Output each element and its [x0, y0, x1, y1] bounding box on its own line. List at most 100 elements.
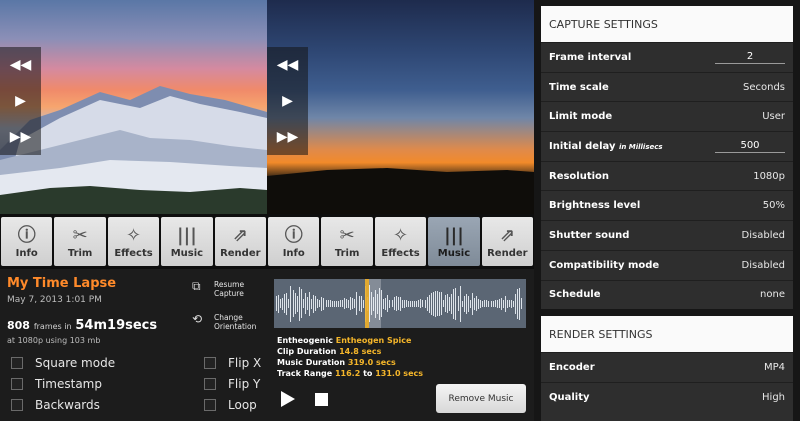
- toolbar-info-button[interactable]: ⓘ Info: [1, 217, 53, 266]
- waveform-bar: [399, 296, 401, 311]
- music-icon: |||: [444, 225, 464, 246]
- waveform-bar: [282, 297, 284, 310]
- waveform-bar: [346, 299, 348, 308]
- toolbar-render-button[interactable]: ⇗ Render: [481, 217, 534, 266]
- backwards-checkbox[interactable]: [11, 399, 23, 411]
- play-icon[interactable]: ▶: [15, 93, 26, 109]
- resolution-row[interactable]: Resolution 1080p: [541, 160, 793, 191]
- frame-interval-row[interactable]: Frame interval 2: [541, 42, 793, 72]
- timestamp-label: Timestamp: [35, 377, 102, 391]
- waveform-bar: [517, 288, 519, 319]
- flip-x-option[interactable]: Flip X: [204, 356, 261, 370]
- flip-y-checkbox[interactable]: [204, 378, 216, 390]
- waveform-bar: [513, 300, 515, 307]
- waveform-bar: [449, 296, 451, 311]
- backwards-option[interactable]: Backwards: [11, 398, 100, 412]
- initial-delay-input[interactable]: 500: [715, 140, 785, 153]
- square-mode-option[interactable]: Square mode: [11, 356, 115, 370]
- brightness-row[interactable]: Brightness level 50%: [541, 190, 793, 220]
- timestamp-option[interactable]: Timestamp: [11, 377, 102, 391]
- loop-label: Loop: [228, 398, 257, 412]
- shutter-sound-row[interactable]: Shutter sound Disabled: [541, 220, 793, 250]
- loop-checkbox[interactable]: [204, 399, 216, 411]
- waveform-bar: [502, 299, 504, 308]
- rewind-icon[interactable]: ◀◀: [10, 57, 32, 73]
- flip-y-option[interactable]: Flip Y: [204, 377, 260, 391]
- waveform-bar: [478, 298, 480, 309]
- encoder-row[interactable]: Encoder MP4: [541, 352, 793, 382]
- music-waveform[interactable]: [274, 279, 526, 328]
- waveform-bar: [432, 291, 434, 316]
- waveform-bar: [354, 299, 356, 308]
- waveform-bar: [453, 288, 455, 319]
- render-settings-header: RENDER SETTINGS: [541, 316, 793, 352]
- change-orientation-label-1: Change: [214, 313, 243, 322]
- frame-interval-input[interactable]: 2: [715, 51, 785, 64]
- play-icon[interactable]: ▶: [282, 93, 293, 109]
- waveform-selection[interactable]: [369, 279, 381, 328]
- toolbar-trim-button[interactable]: ✂ Trim: [54, 217, 106, 266]
- waveform-bar: [311, 298, 313, 309]
- rewind-icon[interactable]: ◀◀: [277, 57, 299, 73]
- toolbar-music-button[interactable]: ||| Music: [161, 217, 213, 266]
- time-scale-row[interactable]: Time scale Seconds: [541, 71, 793, 102]
- waveform-bar: [337, 300, 339, 307]
- square-mode-checkbox[interactable]: [11, 357, 23, 369]
- waveform-bar: [494, 300, 496, 307]
- resolution-label: Resolution: [549, 170, 610, 182]
- track-range: Track Range 116.2 to 131.0 secs: [277, 369, 423, 378]
- capture-settings-card: CAPTURE SETTINGS Frame interval 2 Time s…: [541, 6, 793, 310]
- waveform-bar: [302, 299, 304, 308]
- change-orientation-button[interactable]: ⟲ Change Orientation: [192, 313, 256, 331]
- brightness-value: 50%: [762, 200, 785, 212]
- waveform-bar: [331, 300, 333, 307]
- toolbar-render-button[interactable]: ⇗ Render: [214, 217, 267, 266]
- fast-forward-icon[interactable]: ▶▶: [10, 129, 32, 145]
- track-info: Entheogenic Entheogen Spice: [277, 336, 411, 345]
- track-name: Entheogen Spice: [335, 336, 412, 345]
- resume-capture-button[interactable]: ⧉ Resume Capture: [192, 280, 244, 298]
- toolbar-effects-button[interactable]: ✧ Effects: [374, 217, 427, 266]
- music-stop-button[interactable]: [315, 393, 328, 406]
- waveform-bar: [486, 300, 488, 307]
- loop-option[interactable]: Loop: [204, 398, 257, 412]
- toolbar-info-button[interactable]: ⓘ Info: [268, 217, 320, 266]
- waveform-bar: [284, 294, 286, 313]
- playback-controls-right: ◀◀ ▶ ▶▶: [267, 47, 308, 155]
- frame-count: 808 frames in 54m19secs: [7, 318, 157, 333]
- waveform-bar: [509, 300, 511, 307]
- toolbar-music-button[interactable]: ||| Music: [428, 217, 480, 266]
- schedule-row[interactable]: Schedule none: [541, 279, 793, 310]
- toolbar-button-label: Music: [170, 248, 204, 259]
- waveform-bar: [459, 285, 461, 322]
- toolbar-trim-button[interactable]: ✂ Trim: [321, 217, 373, 266]
- resolution-info: at 1080p using 103 mb: [7, 336, 101, 345]
- track-range-start: 116.2: [334, 369, 361, 378]
- initial-delay-row[interactable]: Initial delay in Millisecs 500: [541, 131, 793, 161]
- waveform-bar: [416, 300, 418, 307]
- remove-music-button[interactable]: Remove Music: [436, 384, 526, 413]
- waveform-bar: [391, 300, 393, 307]
- compatibility-mode-row[interactable]: Compatibility mode Disabled: [541, 249, 793, 280]
- waveform-bar: [426, 296, 428, 311]
- timestamp-checkbox[interactable]: [11, 378, 23, 390]
- quality-row[interactable]: Quality High: [541, 381, 793, 412]
- quality-value: High: [762, 391, 785, 403]
- waveform-bar: [352, 298, 354, 309]
- waveform-bar: [356, 292, 358, 315]
- waveform-bar: [294, 293, 296, 314]
- waveform-bar: [436, 291, 438, 316]
- fast-forward-icon[interactable]: ▶▶: [277, 129, 299, 145]
- toolbar-button-label: Render: [487, 248, 528, 259]
- waveform-bar: [467, 295, 469, 312]
- change-orientation-label-2: Orientation: [214, 322, 257, 331]
- flip-x-checkbox[interactable]: [204, 357, 216, 369]
- music-play-button[interactable]: [281, 391, 295, 407]
- toolbar-effects-button[interactable]: ✧ Effects: [107, 217, 160, 266]
- waveform-bar: [490, 300, 492, 307]
- frame-interval-label: Frame interval: [549, 51, 632, 63]
- limit-mode-row[interactable]: Limit mode User: [541, 101, 793, 131]
- render-icon: ⇗: [499, 225, 515, 246]
- music-duration: Music Duration 319.0 secs: [277, 358, 396, 367]
- waveform-marker[interactable]: [365, 279, 369, 328]
